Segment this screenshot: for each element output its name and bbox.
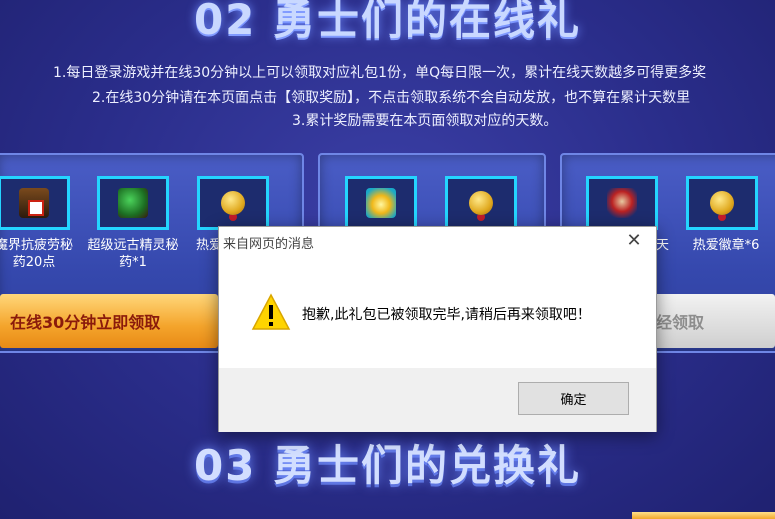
- dialog-footer: 确定: [219, 368, 656, 432]
- claimed-button[interactable]: 经领取: [640, 294, 775, 348]
- elf-potion-icon: [118, 188, 148, 218]
- reward-label: 热爱徽章*6: [692, 238, 760, 253]
- reward-label: 超级远古精灵秘药*1: [87, 238, 179, 270]
- close-icon[interactable]: ✕: [622, 230, 646, 252]
- dialog-message: 抱歉,此礼包已被领取完毕,请稍后再来领取吧！: [302, 307, 591, 323]
- exchange-button[interactable]: [632, 512, 775, 519]
- mask-icon: [607, 188, 637, 218]
- reward-label: 魔界抗疲劳秘药20点: [0, 238, 73, 270]
- ok-button[interactable]: 确定: [518, 382, 629, 415]
- wings-icon: [366, 188, 396, 218]
- reward-item[interactable]: [97, 176, 169, 230]
- medal-icon: [469, 191, 493, 215]
- reward-item[interactable]: [686, 176, 758, 230]
- medal-icon: [710, 191, 734, 215]
- reward-item[interactable]: [445, 176, 517, 230]
- warning-icon: [251, 293, 291, 330]
- rule-1: 1.每日登录游戏并在线30分钟以上可以领取对应礼包1份，单Q每日限一次，累计在线…: [53, 65, 707, 81]
- potion-bottle-icon: [19, 188, 49, 218]
- reward-item[interactable]: [586, 176, 658, 230]
- reward-item[interactable]: [197, 176, 269, 230]
- reward-item[interactable]: [345, 176, 417, 230]
- page-title: 02 勇士们的在线礼: [193, 0, 582, 44]
- reward-item[interactable]: [0, 176, 70, 230]
- claim-now-button[interactable]: 在线30分钟立即领取: [0, 294, 218, 348]
- section-title: 03 勇士们的兑换礼: [193, 441, 582, 490]
- reward-label: 天: [656, 238, 670, 253]
- dialog-title: 来自网页的消息: [223, 237, 315, 252]
- medal-icon: [221, 191, 245, 215]
- alert-dialog: 来自网页的消息 ✕ 抱歉,此礼包已被领取完毕,请稍后再来领取吧！ 确定: [218, 226, 657, 432]
- rule-3: 3.累计奖励需要在本页面领取对应的天数。: [292, 113, 558, 129]
